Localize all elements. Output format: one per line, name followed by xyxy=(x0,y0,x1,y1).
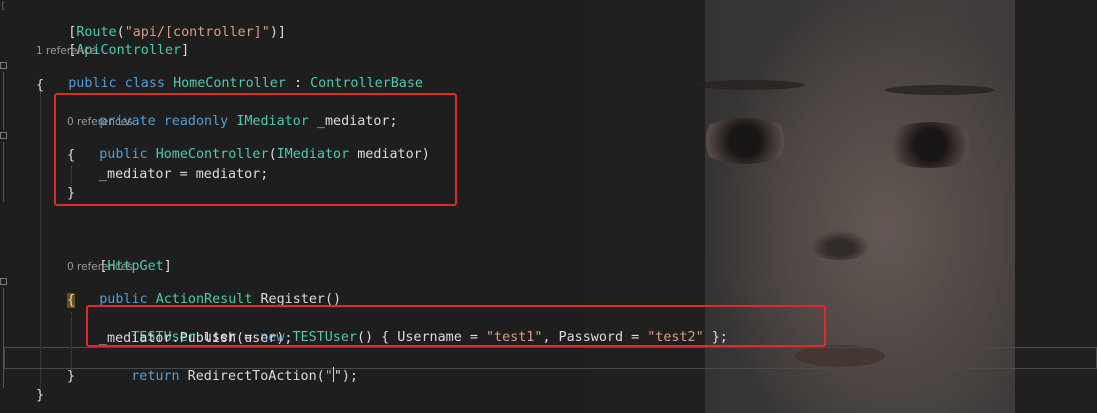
brace-match-highlight: { xyxy=(67,293,76,308)
code-line-httpget-attribute[interactable]: [HttpGet] xyxy=(67,240,172,274)
code-line-class-declaration[interactable]: public class HomeController : Controller… xyxy=(36,57,423,91)
highlight-box-publish xyxy=(86,305,826,347)
code-line-return-redirect[interactable]: return RedirectToAction(""); xyxy=(99,349,358,384)
codelens-reference-count[interactable]: 1 reference xyxy=(36,44,96,58)
code-line-close-brace[interactable]: } xyxy=(36,387,44,405)
code-line-close-brace[interactable]: } xyxy=(67,368,75,386)
highlight-box-constructor xyxy=(54,93,457,206)
collapse-method-icon[interactable] xyxy=(0,278,7,285)
code-line-open-brace[interactable]: { xyxy=(36,77,44,95)
collapse-constructor-icon[interactable] xyxy=(0,132,7,139)
code-editor[interactable]: [ [Route("api/[controller]")] [ApiContro… xyxy=(0,0,1097,413)
right-eye xyxy=(880,122,980,168)
code-line-route-attribute[interactable]: [Route("api/[controller]")] xyxy=(36,6,286,40)
code-line-apicontroller-attribute[interactable]: [ApiController] xyxy=(36,24,189,58)
right-brow xyxy=(885,85,995,95)
nose xyxy=(810,230,870,260)
left-brow xyxy=(695,80,805,90)
code-line-register-method[interactable]: public ActionResult Register() xyxy=(67,273,341,307)
collapse-class-icon[interactable] xyxy=(0,62,7,69)
left-eye xyxy=(695,118,795,164)
codelens-reference-count[interactable]: 0 references xyxy=(67,260,133,274)
code-line-open-brace[interactable]: { xyxy=(67,292,76,310)
